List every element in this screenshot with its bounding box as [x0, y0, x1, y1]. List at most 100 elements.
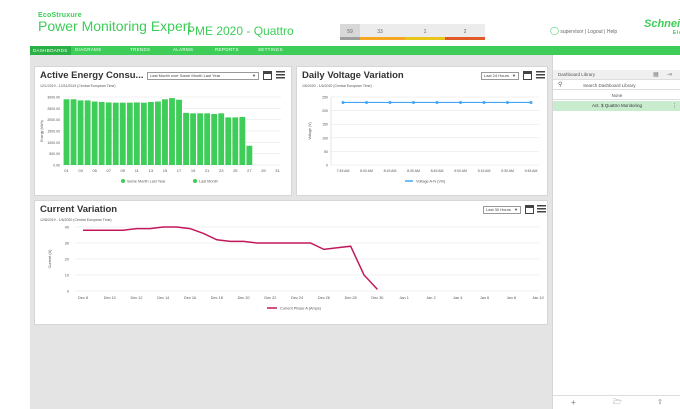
energy-card: Active Energy Consu... 12/1/2019 - 12/31…	[34, 66, 292, 196]
grid-view-icon[interactable]: ▦	[653, 71, 659, 78]
user-links[interactable]: supervisor | Logout | Help	[560, 29, 617, 35]
voltage-point	[529, 100, 533, 104]
x-tick-label: Jan 2	[426, 296, 435, 300]
schneider-logo: Schneider Electric	[644, 19, 680, 38]
nav-trends[interactable]: TRENDS	[130, 47, 150, 52]
library-item-none[interactable]: None	[553, 91, 680, 100]
x-tick-label: 9:15 AM	[478, 169, 491, 173]
energy-bar	[140, 102, 147, 165]
x-tick-label: Jan 6	[480, 296, 489, 300]
energy-bar	[105, 102, 112, 165]
brand: EcoStruxure Power Monitoring Expert	[38, 12, 191, 34]
alarm-bar-low	[360, 37, 405, 40]
alarm-bar-medium	[405, 37, 445, 40]
energy-bar	[147, 101, 154, 165]
menu-icon[interactable]	[276, 71, 285, 80]
user-menu[interactable]: ◯ supervisor | Logout | Help	[550, 26, 617, 35]
voltage-period-dropdown[interactable]: Last 24 Hours ▼	[481, 72, 519, 80]
chevron-down-icon: ▼	[252, 73, 256, 78]
x-tick-label: 31	[275, 168, 280, 173]
energy-period-value: Last Month over Same Month Last Year	[150, 73, 221, 78]
folder-icon[interactable]: 🗁	[613, 398, 622, 409]
nav-reports[interactable]: REPORTS	[215, 47, 239, 52]
x-tick-label: 17	[177, 168, 182, 173]
current-period-value: Last 30 Hours	[486, 207, 511, 212]
energy-bar	[155, 101, 161, 165]
energy-bar	[162, 99, 168, 165]
x-tick-label: 21	[205, 168, 210, 173]
energy-bar	[204, 113, 211, 165]
voltage-card: Daily Voltage Variation 1/6/2020 - 1/6/2…	[296, 66, 548, 196]
x-tick-label: Dec 14	[157, 296, 169, 300]
search-icon: ⚲	[558, 82, 563, 88]
nav-dashboards[interactable]: DASHBOARDS	[30, 46, 71, 55]
y-tick-label: 1500.00	[47, 130, 60, 134]
y-tick-label: 2000.00	[47, 118, 60, 122]
y-axis-label: Energy (kWh)	[40, 120, 44, 141]
energy-bar	[197, 113, 204, 165]
voltage-title: Daily Voltage Variation	[302, 70, 404, 81]
library-search[interactable]: ⚲ Search Dashboard Library	[553, 81, 680, 90]
share-icon[interactable]: ⇧	[657, 398, 663, 406]
more-options-icon[interactable]: ⋮	[672, 101, 677, 111]
y-tick-label: 0	[67, 290, 69, 294]
nav-alarms[interactable]: ALARMS	[173, 47, 193, 52]
energy-bar	[169, 98, 175, 165]
calendar-icon[interactable]	[523, 71, 532, 80]
logo-sub: Electric	[672, 30, 680, 36]
x-tick-label: 27	[247, 168, 252, 173]
x-tick-label: 13	[149, 168, 154, 173]
y-tick-label: 20	[65, 258, 69, 262]
library-item-selected[interactable]: Act. $ Quattro Monitoring ⋮	[553, 101, 680, 111]
nav-diagrams[interactable]: DIAGRAMS	[75, 47, 101, 52]
energy-bar	[112, 102, 119, 165]
nav-settings[interactable]: SETTINGS	[258, 47, 283, 52]
collapse-panel-icon[interactable]: ⇥	[667, 71, 672, 78]
x-tick-label: 8:00 AM	[360, 169, 373, 173]
x-tick-label: 09	[121, 168, 126, 173]
x-tick-label: 23	[219, 168, 224, 173]
x-tick-label: Dec 18	[211, 296, 223, 300]
legend-label: Last Month	[199, 180, 218, 184]
dashboard-area: Active Energy Consu... 12/1/2019 - 12/31…	[30, 55, 552, 409]
energy-period-dropdown[interactable]: Last Month over Same Month Last Year ▼	[147, 72, 259, 80]
x-tick-label: 8:45 AM	[431, 169, 444, 173]
voltage-point	[388, 100, 392, 104]
y-tick-label: 30	[65, 242, 69, 246]
menu-icon[interactable]	[537, 205, 546, 214]
calendar-icon[interactable]	[263, 71, 272, 80]
x-tick-label: 15	[163, 168, 168, 173]
add-icon[interactable]: +	[571, 398, 576, 407]
x-tick-label: Dec 30	[371, 296, 383, 300]
main-nav: DASHBOARDS DIAGRAMS TRENDS ALARMS REPORT…	[30, 46, 680, 55]
x-tick-label: 9:30 AM	[501, 169, 514, 173]
energy-bar	[211, 114, 218, 165]
x-tick-label: 8:15 AM	[384, 169, 397, 173]
chevron-down-icon: ▼	[514, 207, 518, 212]
alarm-summary[interactable]: 59 33 1 2	[340, 24, 485, 40]
x-tick-label: Dec 16	[184, 296, 196, 300]
energy-bar	[176, 99, 182, 165]
current-line	[83, 226, 378, 290]
x-tick-label: Dec 12	[131, 296, 143, 300]
y-axis-label: Voltage (V)	[308, 122, 312, 139]
voltage-subtitle: 1/6/2020 - 1/6/2020 (Central European Ti…	[302, 84, 372, 88]
current-title: Current Variation	[40, 204, 118, 215]
voltage-point	[365, 100, 368, 104]
energy-bar	[218, 113, 225, 165]
x-tick-label: Jan 8	[507, 296, 516, 300]
energy-bar	[119, 102, 126, 165]
voltage-point	[482, 100, 486, 104]
x-tick-label: Dec 26	[318, 296, 330, 300]
chevron-down-icon: ▼	[512, 73, 516, 78]
x-tick-label: 7:45 AM	[337, 169, 350, 173]
legend-label: Current Phase A (Amps)	[280, 307, 322, 311]
menu-icon[interactable]	[536, 71, 545, 80]
library-title: Dashboard Library	[558, 72, 596, 77]
energy-bar	[70, 99, 77, 165]
y-tick-label: 2500.00	[47, 107, 60, 111]
x-tick-label: Dec 8	[78, 296, 88, 300]
current-period-dropdown[interactable]: Last 30 Hours ▼	[483, 206, 521, 214]
calendar-icon[interactable]	[525, 205, 534, 214]
y-tick-label: 40	[65, 226, 69, 230]
